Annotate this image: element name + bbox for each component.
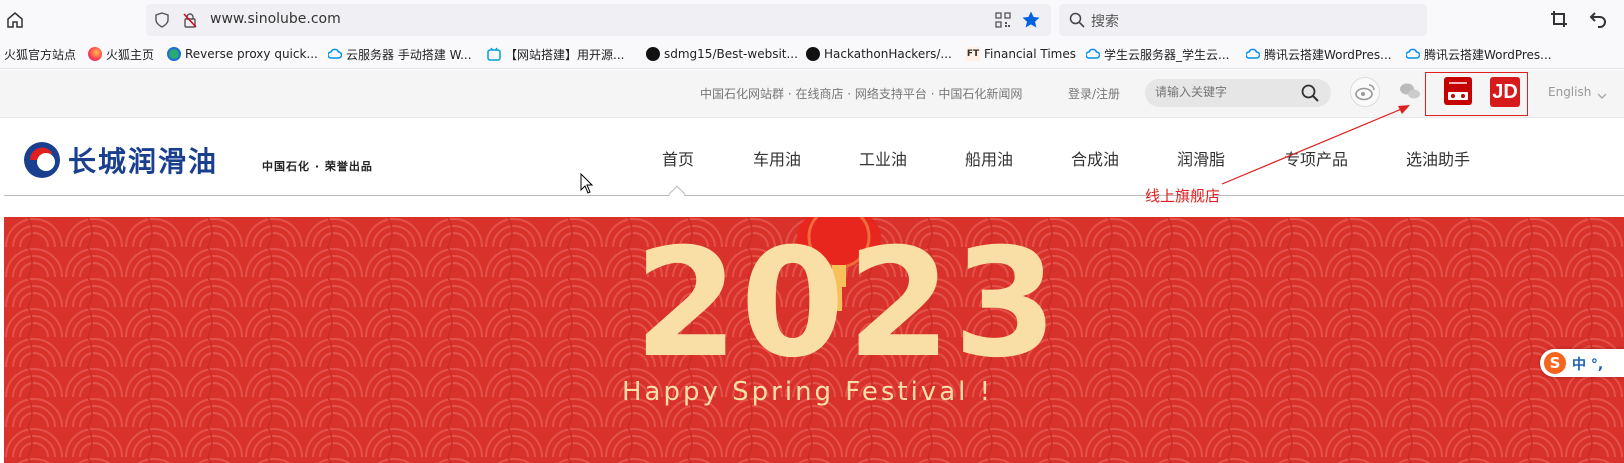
annotation-label: 线上旗舰店 (1145, 187, 1221, 205)
hero-banner[interactable]: 2023 Happy Spring Festival ! (4, 217, 1624, 463)
ime-mode-label[interactable]: 中 °, (1572, 354, 1603, 374)
banner-year: 2023 (634, 217, 1060, 391)
banner-subtitle: Happy Spring Festival ! (622, 377, 994, 407)
sogou-icon[interactable]: S (1544, 352, 1566, 374)
ime-toolbar[interactable]: S 中 °, (1540, 349, 1624, 377)
